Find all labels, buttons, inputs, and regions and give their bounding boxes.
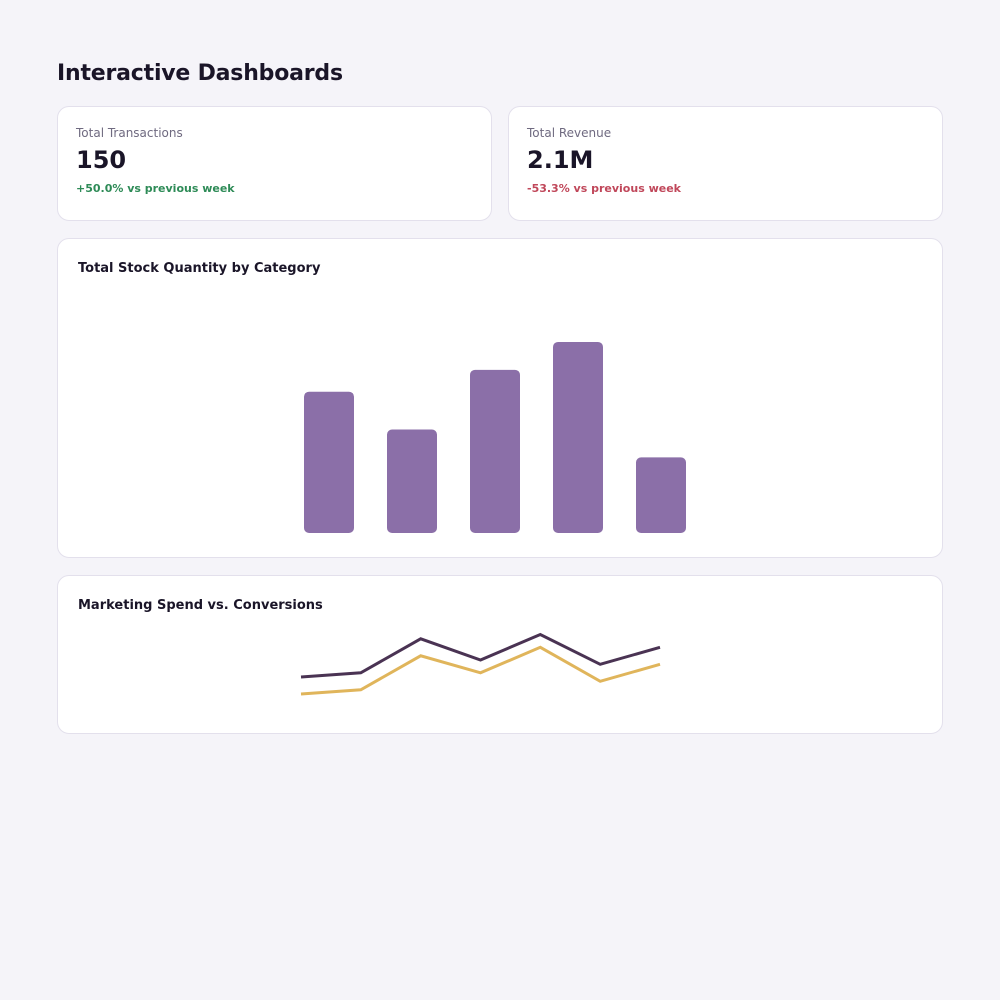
bar[interactable]	[553, 341, 603, 533]
kpi-value: 150	[76, 146, 127, 174]
marketing-chart-card: Marketing Spend vs. Conversions	[57, 575, 943, 734]
kpi-row: Total Transactions 150 +50.0% vs previou…	[57, 106, 943, 221]
stock-chart-card: Total Stock Quantity by Category	[57, 238, 943, 558]
series-line-2[interactable]	[300, 632, 661, 679]
kpi-card-transactions: Total Transactions 150 +50.0% vs previou…	[57, 106, 492, 221]
bar[interactable]	[387, 429, 437, 533]
marketing-line-chart	[300, 632, 661, 696]
kpi-card-revenue: Total Revenue 2.1M -53.3% vs previous we…	[508, 106, 943, 221]
bar[interactable]	[636, 457, 686, 533]
kpi-label: Total Transactions	[76, 126, 183, 140]
stock-bar-chart	[304, 341, 686, 533]
page-title: Interactive Dashboards	[57, 61, 343, 86]
series-line-1[interactable]	[300, 645, 661, 696]
dashboard-page: Interactive Dashboards Total Transaction…	[57, 58, 943, 734]
bar[interactable]	[304, 391, 354, 533]
kpi-label: Total Revenue	[527, 126, 612, 140]
kpi-value: 2.1M	[527, 146, 594, 174]
bar[interactable]	[470, 369, 520, 533]
kpi-delta: +50.0% vs previous week	[76, 182, 235, 195]
kpi-delta: -53.3% vs previous week	[527, 182, 681, 195]
